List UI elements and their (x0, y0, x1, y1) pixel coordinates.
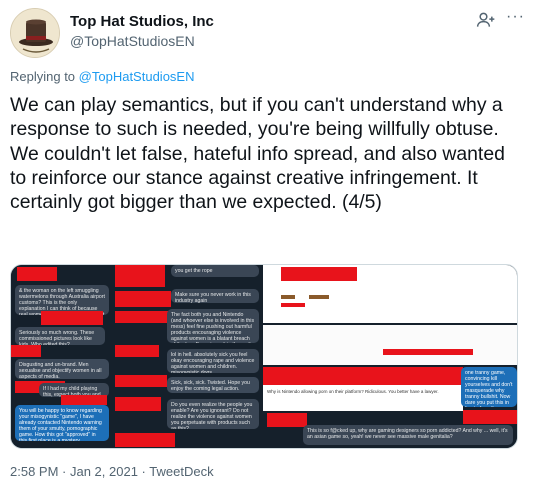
censor-block (115, 311, 175, 323)
censor-block (267, 413, 307, 427)
censor-block (61, 395, 107, 405)
censor-block (115, 433, 175, 447)
reply-context: Replying to @TopHatStudiosEN (10, 69, 194, 84)
censor-block (309, 295, 329, 299)
chat-bubble: lol in hell. absolutely sick you feel ok… (167, 349, 259, 373)
author-name[interactable]: Top Hat Studios, Inc (70, 13, 214, 30)
avatar[interactable] (10, 8, 60, 58)
censor-block (463, 410, 517, 424)
chat-bubble: Seriously so much wrong. These commissio… (15, 327, 105, 345)
collage-column: & the woman on the left smuggling waterm… (11, 265, 111, 448)
tweet: Top Hat Studios, Inc @TopHatStudiosEN ··… (0, 0, 535, 491)
censor-block (383, 349, 473, 355)
collage-column: Why is Nintendo allowing porn on their p… (263, 265, 517, 448)
reply-prefix: Replying to (10, 69, 76, 84)
censor-block (281, 303, 305, 307)
chat-bubble: Disgusting and un-brand. Men sexualise a… (15, 359, 109, 379)
chat-bubble: Make sure you never work in this industr… (171, 289, 259, 303)
avatar-top-hat-icon (11, 9, 59, 57)
tweet-time[interactable]: 2:58 PM (10, 464, 58, 479)
chat-bubble: you get the rope (171, 265, 259, 277)
screenshot-panel: Why is Nintendo allowing porn on their p… (263, 367, 463, 411)
censor-block (115, 397, 161, 411)
censor-block (281, 295, 295, 299)
chat-bubble: one tranny game, convincing kill yoursel… (461, 367, 517, 407)
chat-bubble: You will be happy to know regarding your… (15, 405, 109, 441)
censor-block (281, 267, 357, 281)
screenshot-panel (263, 325, 517, 365)
meta-separator: · (58, 464, 70, 479)
censor-block (263, 367, 463, 385)
author-handle[interactable]: @TopHatStudiosEN (70, 33, 195, 49)
chat-bubble: The fact both you and Nintendo (and whoe… (167, 309, 259, 343)
censor-block (11, 345, 41, 357)
collage-column: you get the rope Make sure you never wor… (111, 265, 263, 448)
follow-person-icon[interactable] (476, 10, 496, 30)
meta-separator: · (137, 464, 150, 479)
tweet-source[interactable]: TweetDeck (149, 464, 213, 479)
censor-block (41, 311, 103, 325)
reply-to-link[interactable]: @TopHatStudiosEN (79, 69, 195, 84)
more-options-icon[interactable]: ··· (506, 8, 525, 26)
censor-block (115, 345, 159, 357)
tweet-text: We can play semantics, but if you can't … (10, 94, 505, 214)
tweet-metadata: 2:58 PM · Jan 2, 2021 · TweetDeck (10, 464, 214, 479)
censor-block (115, 265, 165, 287)
screenshot-text: Why is Nintendo allowing porn on their p… (267, 389, 439, 394)
chat-bubble: This is so f@cked up, why are gaming des… (303, 425, 513, 445)
censor-block (17, 267, 57, 281)
censor-block (115, 375, 167, 387)
tweet-date[interactable]: Jan 2, 2021 (70, 464, 138, 479)
screenshot-panel (263, 265, 517, 323)
chat-bubble: Sick, sick, sick. Twisted. Hope you enjo… (167, 377, 259, 393)
censor-block (115, 291, 171, 307)
tweet-media[interactable]: & the woman on the left smuggling waterm… (10, 264, 518, 449)
chat-bubble: Do you even realize the people you enabl… (167, 399, 259, 429)
